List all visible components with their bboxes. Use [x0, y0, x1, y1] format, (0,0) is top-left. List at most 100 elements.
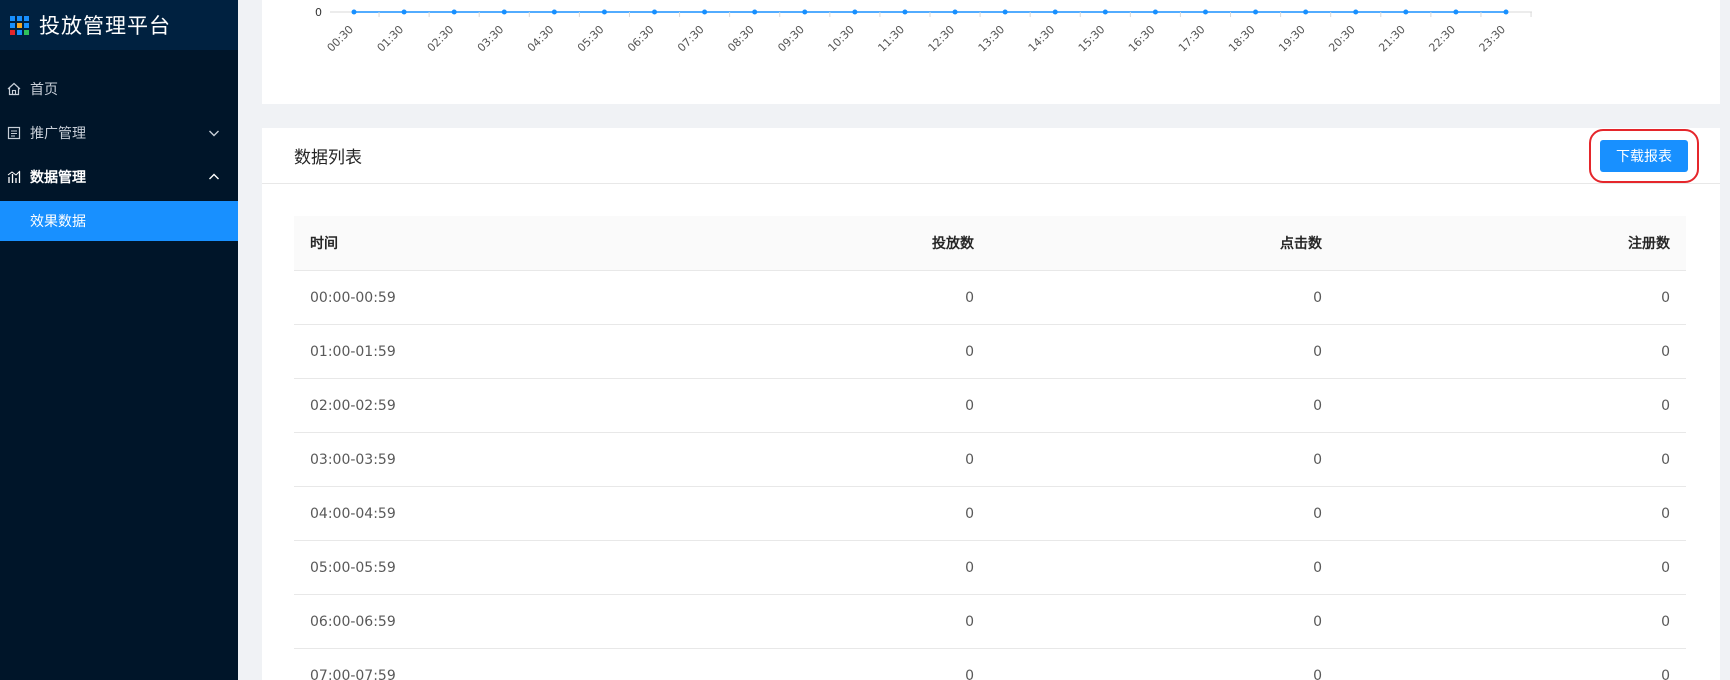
data-point: [451, 9, 457, 15]
cell-time: 07:00-07:59: [310, 667, 396, 680]
x-tick-label: 00:30: [325, 23, 357, 55]
table-row: 00:00-00:59 0 0 0: [294, 271, 1686, 325]
table-row: 03:00-03:59 0 0 0: [294, 433, 1686, 487]
list-header: 数据列表 下载报表: [262, 128, 1720, 184]
column-header-registrations[interactable]: 注册数: [1338, 233, 1686, 253]
column-header-impressions[interactable]: 投放数: [642, 233, 990, 253]
cell-impressions: 0: [965, 451, 974, 468]
download-report-button[interactable]: 下载报表: [1589, 128, 1699, 183]
table-row: 01:00-01:59 0 0 0: [294, 325, 1686, 379]
sidebar-item-effect-data[interactable]: 效果数据: [0, 201, 238, 241]
sidebar-menu: 首页 推广管理 数据管理 效果数据: [0, 67, 238, 241]
x-tick-label: 02:30: [425, 23, 457, 55]
logo-bar: 投放管理平台: [0, 0, 238, 50]
x-tick-label: 21:30: [1376, 23, 1408, 55]
cell-impressions: 0: [965, 397, 974, 414]
table-header: 时间 投放数 点击数 注册数: [294, 216, 1686, 271]
app-grid-icon: [10, 15, 29, 35]
data-point: [702, 9, 708, 15]
table-row: 04:00-04:59 0 0 0: [294, 487, 1686, 541]
cell-clicks: 0: [1313, 613, 1322, 630]
cell-impressions: 0: [965, 559, 974, 576]
cell-time: 04:00-04:59: [310, 505, 396, 522]
cell-registrations: 0: [1661, 343, 1670, 360]
cell-clicks: 0: [1313, 289, 1322, 306]
cell-impressions: 0: [965, 343, 974, 360]
sidebar-item-label: 首页: [30, 82, 58, 98]
cell-time: 06:00-06:59: [310, 613, 396, 630]
cell-registrations: 0: [1661, 667, 1670, 680]
x-tick-label: 04:30: [525, 23, 557, 55]
cell-impressions: 0: [965, 505, 974, 522]
data-point: [1052, 9, 1058, 15]
data-point: [351, 9, 357, 15]
data-point: [1002, 9, 1008, 15]
x-tick-label: 14:30: [1026, 23, 1058, 55]
data-point: [952, 9, 958, 15]
x-tick-label: 03:30: [475, 23, 507, 55]
x-tick-label: 09:30: [775, 23, 807, 55]
x-tick-label: 23:30: [1477, 23, 1509, 55]
x-tick-label: 01:30: [375, 23, 407, 55]
data-point: [652, 9, 658, 15]
data-point: [902, 9, 908, 15]
column-header-time[interactable]: 时间: [294, 233, 642, 253]
cell-impressions: 0: [965, 289, 974, 306]
x-tick-label: 17:30: [1176, 23, 1208, 55]
table-row: 05:00-05:59 0 0 0: [294, 541, 1686, 595]
sidebar-item-label: 数据管理: [30, 170, 86, 186]
cell-time: 03:00-03:59: [310, 451, 396, 468]
x-tick-label: 13:30: [976, 23, 1008, 55]
data-point: [1403, 9, 1409, 15]
x-tick-label: 20:30: [1326, 23, 1358, 55]
x-tick-label: 22:30: [1426, 23, 1458, 55]
data-point: [501, 9, 507, 15]
column-header-clicks[interactable]: 点击数: [990, 233, 1338, 253]
cell-registrations: 0: [1661, 613, 1670, 630]
chevron-up-icon: [209, 173, 219, 180]
table-row: 06:00-06:59 0 0 0: [294, 595, 1686, 649]
x-tick-label: 11:30: [875, 23, 907, 55]
data-point: [1353, 9, 1359, 15]
data-point: [551, 9, 557, 15]
x-tick-label: 15:30: [1076, 23, 1108, 55]
home-icon: [6, 81, 22, 97]
cell-time: 02:00-02:59: [310, 397, 396, 414]
cell-clicks: 0: [1313, 451, 1322, 468]
x-tick-label: 08:30: [725, 23, 757, 55]
cell-time: 00:00-00:59: [310, 289, 396, 306]
cell-impressions: 0: [965, 667, 974, 680]
line-chart-card: 0 00:30 01:30 02:30 03:30 04:30 05:30 06:30 07:3…: [262, 0, 1720, 104]
x-tick-label: 18:30: [1226, 23, 1258, 55]
cell-clicks: 0: [1313, 667, 1322, 680]
main-content: 0 00:30 01:30 02:30 03:30 04:30 05:30 06:30 07:3…: [238, 0, 1730, 680]
x-tick-label: 12:30: [926, 23, 958, 55]
data-point: [802, 9, 808, 15]
line-chart: 000:30 01:30 02:30 03:30 04:30 05:30 06:30 07:3…: [315, 6, 1532, 55]
sidebar-item-promotion[interactable]: 推广管理: [0, 111, 238, 155]
cell-impressions: 0: [965, 613, 974, 630]
sidebar-item-data-management[interactable]: 数据管理: [0, 155, 238, 199]
data-point: [852, 9, 858, 15]
sidebar-item-home[interactable]: 首页: [0, 67, 238, 111]
data-point: [1253, 9, 1259, 15]
data-point: [1152, 9, 1158, 15]
x-tick-label: 06:30: [625, 23, 657, 55]
x-tick-label: 05:30: [575, 23, 607, 55]
cell-registrations: 0: [1661, 397, 1670, 414]
document-icon: [6, 125, 22, 141]
sidebar-item-label: 效果数据: [30, 214, 86, 230]
table-body: 00:00-00:59 0 0 0 01:00-01:59 0 0 0 02:00-02:59 0…: [294, 271, 1686, 680]
list-title: 数据列表: [294, 148, 362, 168]
data-point: [1453, 9, 1459, 15]
x-tick-label: 16:30: [1126, 23, 1158, 55]
cell-clicks: 0: [1313, 343, 1322, 360]
x-tick-label: 07:30: [675, 23, 707, 55]
data-point: [601, 9, 607, 15]
table-row: 07:00-07:59 0 0 0: [294, 649, 1686, 680]
data-point: [401, 9, 407, 15]
cell-clicks: 0: [1313, 505, 1322, 522]
data-point: [1102, 9, 1108, 15]
data-point: [1503, 9, 1509, 15]
data-list-card: 数据列表 下载报表 时间 投放数 点击数 注册数 00:00-00:59 0 0 0 0…: [262, 128, 1720, 680]
